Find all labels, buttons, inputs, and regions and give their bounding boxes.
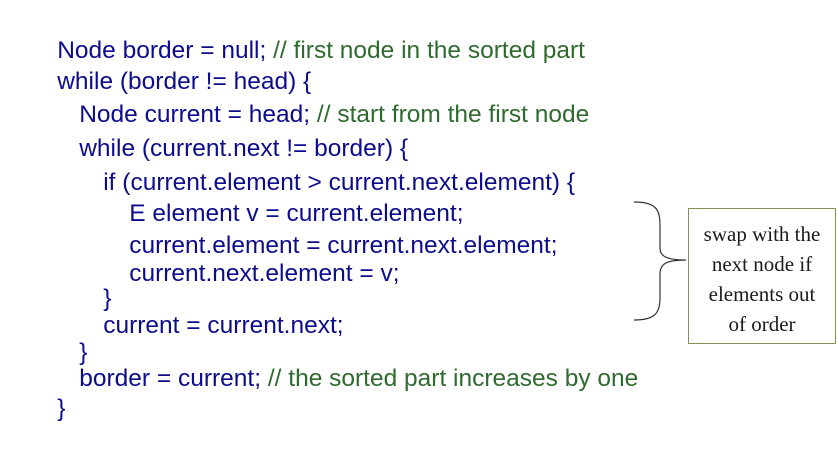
code-text: border = current;	[79, 365, 268, 392]
annotation-line: of order	[728, 312, 796, 336]
code-line: border = current; // the sorted part inc…	[52, 334, 638, 424]
code-comment: // first node in the sorted part	[273, 37, 585, 64]
right-curly-brace	[633, 201, 687, 321]
code-block: Node border = null; // first node in the…	[0, 0, 838, 422]
annotation-line: swap with the	[703, 222, 821, 246]
swap-annotation-box: swap with the next node if elements out …	[688, 208, 836, 344]
annotation-line: next node if	[711, 252, 813, 276]
code-line: }	[30, 364, 65, 454]
annotation-line: elements out	[708, 282, 816, 306]
code-comment: // the sorted part increases by one	[267, 365, 639, 392]
code-text: }	[57, 395, 66, 422]
